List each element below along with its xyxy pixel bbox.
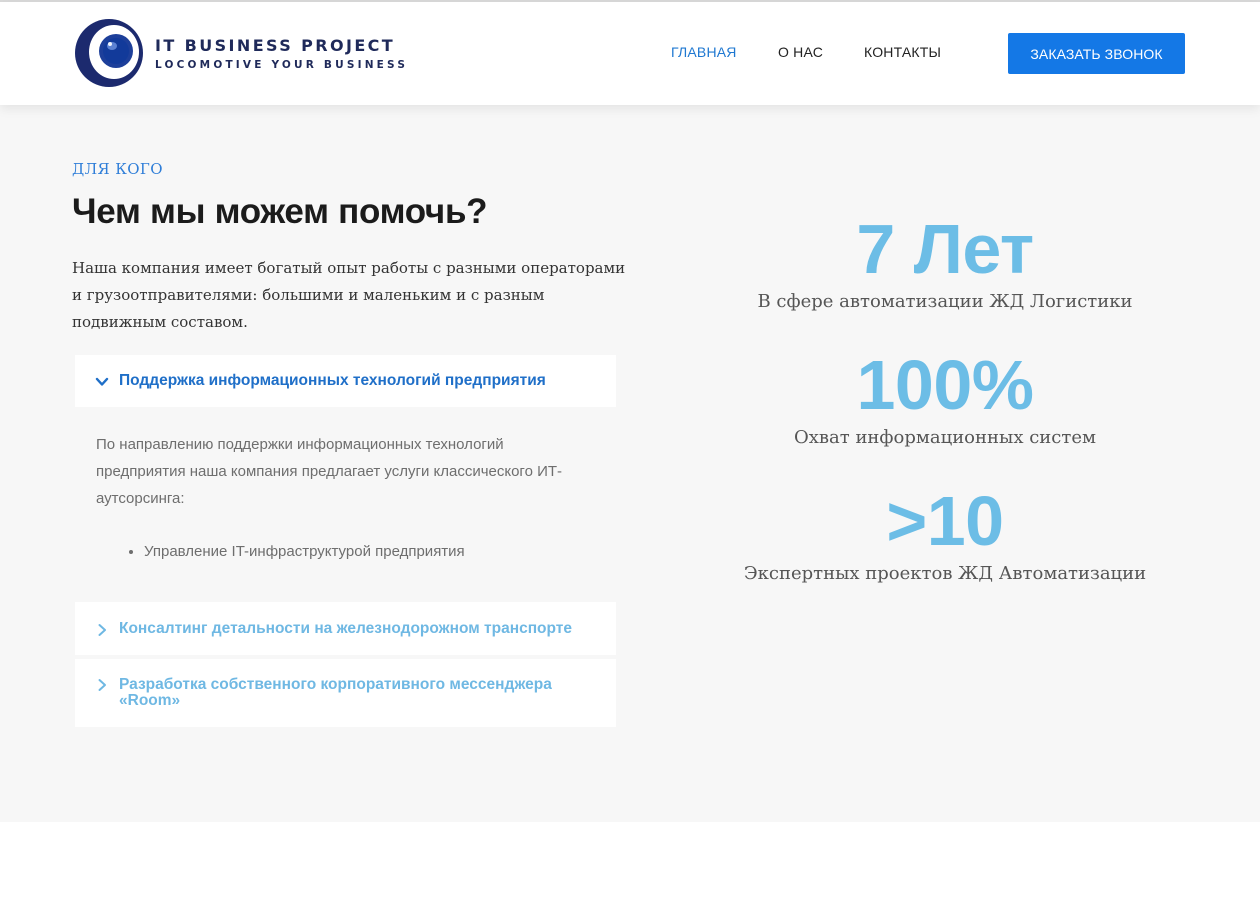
nav-link-home[interactable]: ГЛАВНАЯ bbox=[671, 44, 737, 60]
services-accordion: Поддержка информационных технологий пред… bbox=[75, 355, 616, 727]
stat-value: 7 Лет bbox=[856, 210, 1034, 288]
accordion-body-it-support: По направлению поддержки информационных … bbox=[75, 407, 616, 602]
accordion-title: Консалтинг детальности на железнодорожно… bbox=[119, 619, 573, 637]
section-eyebrow: ДЛЯ КОГО bbox=[72, 160, 163, 178]
intro-text: Наша компания имеет богатый опыт работы … bbox=[72, 259, 626, 331]
accordion-header-it-support[interactable]: Поддержка информационных технологий пред… bbox=[75, 355, 616, 407]
nav-link-about[interactable]: О НАС bbox=[778, 44, 823, 60]
order-call-button[interactable]: ЗАКАЗАТЬ ЗВОНОК bbox=[1008, 33, 1185, 74]
accordion-header-consulting[interactable]: Консалтинг детальности на железнодорожно… bbox=[75, 602, 616, 655]
stat-coverage: 100% Охват информационных систем bbox=[650, 345, 1240, 448]
accordion-title: Разработка собственного корпоративного м… bbox=[119, 676, 552, 709]
section-title: Чем мы можем помочь? bbox=[72, 192, 488, 231]
stat-years: 7 Лет В сфере автоматизации ЖД Логистики bbox=[650, 209, 1240, 312]
stat-label: Экспертных проектов ЖД Автоматизации bbox=[743, 563, 1147, 584]
site-header: IT BUSINESS PROJECT LOCOMOTIVE YOUR BUSI… bbox=[0, 2, 1260, 105]
accordion-header-messenger[interactable]: Разработка собственного корпоративного м… bbox=[75, 659, 616, 727]
accordion-item-it-support: Поддержка информационных технологий пред… bbox=[75, 355, 616, 602]
chevron-down-icon bbox=[95, 377, 109, 386]
accordion-list: Управление IT-инфраструктурой предприяти… bbox=[96, 538, 596, 565]
stat-value: 100% bbox=[856, 346, 1034, 424]
stat-label: Охват информационных систем bbox=[793, 427, 1096, 448]
list-item: Управление IT-инфраструктурой предприяти… bbox=[144, 538, 596, 565]
chevron-right-icon bbox=[98, 623, 106, 636]
stat-projects: >10 Экспертных проектов ЖД Автоматизации bbox=[650, 481, 1240, 584]
stat-value: >10 bbox=[886, 482, 1004, 560]
accordion-item-messenger: Разработка собственного корпоративного м… bbox=[75, 659, 616, 727]
stat-label: В сфере автоматизации ЖД Логистики bbox=[757, 291, 1133, 312]
who-we-help-section: ДЛЯ КОГО Чем мы можем помочь? Наша компа… bbox=[0, 105, 1260, 822]
accordion-title: Поддержка информационных технологий пред… bbox=[119, 372, 546, 389]
chevron-right-icon bbox=[98, 679, 106, 691]
nav-link-contacts[interactable]: КОНТАКТЫ bbox=[864, 44, 941, 60]
accordion-body-text: По направлению поддержки информационных … bbox=[96, 436, 563, 507]
accordion-item-consulting: Консалтинг детальности на железнодорожно… bbox=[75, 602, 616, 655]
